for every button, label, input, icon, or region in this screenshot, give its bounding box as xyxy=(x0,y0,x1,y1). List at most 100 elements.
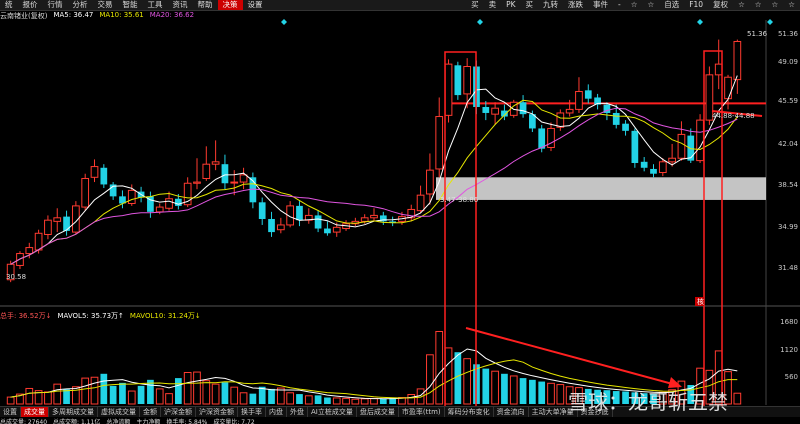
candle-body-up xyxy=(34,232,43,251)
toolbar-button[interactable]: 买 xyxy=(521,0,539,10)
volume-bar-up xyxy=(435,330,444,405)
tab-indicator[interactable]: 资金流向 xyxy=(494,407,529,417)
peak-label: 51.36 xyxy=(747,30,768,38)
tab-indicator[interactable]: 金额 xyxy=(140,407,161,417)
volume-bar-up xyxy=(44,391,52,405)
toolbar-button[interactable]: ☆ xyxy=(626,0,643,10)
candle-body-down xyxy=(324,228,331,234)
toolbar-button[interactable]: F10 xyxy=(684,0,708,10)
volume-bar-down xyxy=(249,393,257,404)
toolbar-button[interactable]: 涨跌 xyxy=(563,0,588,10)
menu-item[interactable]: 工具 xyxy=(143,0,168,10)
tab-indicator[interactable]: 多周期成交量 xyxy=(49,407,98,417)
price-axis-label: 45.59 xyxy=(777,97,798,105)
candle-body-down xyxy=(650,168,657,174)
volume-bar-down xyxy=(324,397,331,404)
ma10-value: MA10: 35.61 xyxy=(99,11,144,19)
volume-bar-up xyxy=(342,397,350,405)
volume-bar-up xyxy=(286,392,295,405)
toolbar-button[interactable]: 复权 xyxy=(708,0,733,10)
menu-item[interactable]: 帮助 xyxy=(193,0,218,10)
mavol5-value: MAVOL5: 35.73万↑ xyxy=(57,312,124,320)
candle-body-down xyxy=(314,215,322,229)
menu-item[interactable]: 分析 xyxy=(68,0,93,10)
candle-body-up xyxy=(165,198,173,209)
tab-indicator[interactable]: AI立桩成交量 xyxy=(308,407,357,417)
candle-body-up xyxy=(565,108,574,114)
candle-body-up xyxy=(724,76,732,100)
volume-bar-up xyxy=(127,390,136,405)
volume-bar-up xyxy=(370,397,378,405)
tab-indicator[interactable]: 沪深资金额 xyxy=(196,407,238,417)
toolbar-button[interactable]: ☆ xyxy=(642,0,659,10)
menu-item[interactable]: 统 xyxy=(0,0,18,10)
candle-body-up xyxy=(556,112,565,128)
toolbar-button[interactable]: PK xyxy=(501,0,520,10)
total-volume: 总手: 36.52万↓ xyxy=(0,312,52,320)
toolbar-button[interactable]: 事件 xyxy=(588,0,613,10)
tab-indicator[interactable]: 成交量 xyxy=(21,407,49,417)
low-price-label: 30.58 xyxy=(6,273,26,281)
volume-bar-down xyxy=(296,394,303,404)
mavol10-value: MAVOL10: 31.24万↓ xyxy=(129,312,201,320)
volume-bar-up xyxy=(211,383,220,405)
top-menu-bar: 统报价 行情 分析 交易 智能 工具 资讯 帮助 决策 设置 买卖 PK 买九转 涨跌 事件 - ☆ ☆ 自选 F1… xyxy=(0,0,800,11)
menu-item[interactable]: 报价 xyxy=(18,0,43,10)
menu-item[interactable]: 交易 xyxy=(93,0,118,10)
tab-indicator[interactable]: 设置 xyxy=(0,407,21,417)
volume-bar-up xyxy=(193,371,201,405)
toolbar-button[interactable]: 买 xyxy=(466,0,484,10)
candle-body-up xyxy=(25,247,34,255)
toolbar-button[interactable]: ☆ xyxy=(733,0,750,10)
menu-item[interactable]: 决策 xyxy=(217,0,243,10)
ma5-value: MA5: 36.47 xyxy=(53,11,94,19)
toolbar-button[interactable]: 卖 xyxy=(484,0,502,10)
candle-body-down xyxy=(221,164,229,184)
candle-body-up xyxy=(193,181,201,184)
toolbar-button[interactable]: - xyxy=(613,0,626,10)
volume-bar-up xyxy=(733,392,742,405)
tab-indicator[interactable]: 盘后成交量 xyxy=(357,407,399,417)
menu-item[interactable]: 行情 xyxy=(43,0,68,10)
candle-body-up xyxy=(90,166,99,178)
status-item: 成交量比: 7.72 xyxy=(213,419,255,424)
tab-indicator[interactable]: 换手率 xyxy=(238,407,266,417)
tab-indicator[interactable]: 市盈率(ttm) xyxy=(399,407,445,417)
candle-body-down xyxy=(519,102,527,115)
candle-body-down xyxy=(640,161,648,168)
event-marker-icon xyxy=(281,19,287,25)
candle-body-up xyxy=(575,91,583,110)
event-marker-icon xyxy=(697,19,703,25)
volume-bar-down xyxy=(482,368,490,404)
kline-chart[interactable]: 30.58 3.47-38.86 44.88-44.88 51.36 核 xyxy=(0,0,800,424)
toolbar-button[interactable]: ☆ xyxy=(750,0,767,10)
tab-indicator[interactable]: 外盘 xyxy=(287,407,308,417)
menu-item[interactable]: 智能 xyxy=(118,0,143,10)
candle-body-up xyxy=(658,161,667,174)
volume-bar-up xyxy=(547,382,555,405)
menu-item[interactable]: 设置 xyxy=(243,0,268,10)
tab-indicator[interactable]: 沪深金额 xyxy=(161,407,196,417)
volume-bar-down xyxy=(100,373,108,404)
toolbar-button[interactable]: ☆ xyxy=(783,0,800,10)
candle-body-up xyxy=(155,206,164,213)
candle-body-down xyxy=(631,130,639,163)
volume-bar-down xyxy=(175,378,182,404)
volume-bar-up xyxy=(165,393,173,405)
status-item: 总成交额: 1.11亿 xyxy=(53,419,101,424)
tab-indicator[interactable]: 筹码分布变化 xyxy=(445,407,494,417)
candle-body-down xyxy=(454,65,462,96)
candle-body-up xyxy=(360,217,369,222)
toolbar-button[interactable]: ☆ xyxy=(767,0,784,10)
toolbar-button[interactable]: 自选 xyxy=(659,0,684,10)
volume-bar-up xyxy=(491,370,499,405)
volume-bar-up xyxy=(72,386,80,405)
volume-bar-up xyxy=(25,387,34,405)
tab-indicator[interactable]: 虚拟成交量 xyxy=(98,407,140,417)
tab-indicator[interactable]: 内盘 xyxy=(266,407,287,417)
volume-info-bar: 总手: 36.52万↓ MAVOL5: 35.73万↑ MAVOL10: 31.… xyxy=(0,311,207,320)
price-axis-label: 31.48 xyxy=(777,264,798,272)
toolbar-button[interactable]: 九转 xyxy=(538,0,563,10)
candle-body-up xyxy=(16,253,24,266)
menu-item[interactable]: 资讯 xyxy=(168,0,193,10)
